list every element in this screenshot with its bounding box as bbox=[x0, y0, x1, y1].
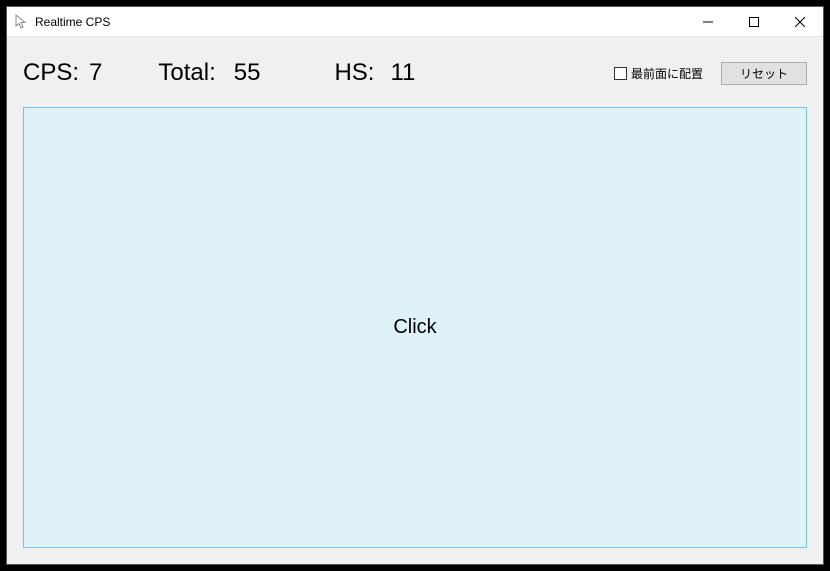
app-window: Realtime CPS CPS: 7 Tota bbox=[6, 6, 824, 565]
cps-label: CPS: bbox=[23, 59, 79, 87]
total-label: Total: bbox=[158, 59, 215, 87]
click-panel-label: Click bbox=[393, 316, 436, 339]
window-title: Realtime CPS bbox=[35, 15, 685, 29]
maximize-button[interactable] bbox=[731, 7, 777, 36]
minimize-button[interactable] bbox=[685, 7, 731, 36]
topmost-checkbox[interactable]: 最前面に配置 bbox=[614, 65, 703, 82]
reset-button[interactable]: リセット bbox=[721, 62, 807, 85]
right-controls: 最前面に配置 リセット bbox=[614, 62, 807, 85]
total-value: 55 bbox=[234, 59, 261, 87]
title-bar[interactable]: Realtime CPS bbox=[7, 7, 823, 37]
hs-label: HS: bbox=[334, 59, 374, 87]
window-controls bbox=[685, 7, 823, 36]
checkbox-box-icon bbox=[614, 67, 627, 80]
cursor-icon bbox=[13, 14, 29, 30]
hs-stat: HS: 11 bbox=[334, 59, 415, 87]
close-button[interactable] bbox=[777, 7, 823, 36]
click-panel[interactable]: Click bbox=[23, 107, 807, 548]
hs-value: 11 bbox=[390, 59, 415, 87]
cps-value: 7 bbox=[89, 59, 102, 87]
cps-stat: CPS: 7 bbox=[23, 59, 102, 87]
client-area: CPS: 7 Total: 55 HS: 11 最前面に配置 リセット bbox=[7, 37, 823, 564]
stats-row: CPS: 7 Total: 55 HS: 11 最前面に配置 リセット bbox=[23, 49, 807, 97]
topmost-label: 最前面に配置 bbox=[631, 65, 703, 82]
total-stat: Total: 55 bbox=[158, 59, 260, 87]
